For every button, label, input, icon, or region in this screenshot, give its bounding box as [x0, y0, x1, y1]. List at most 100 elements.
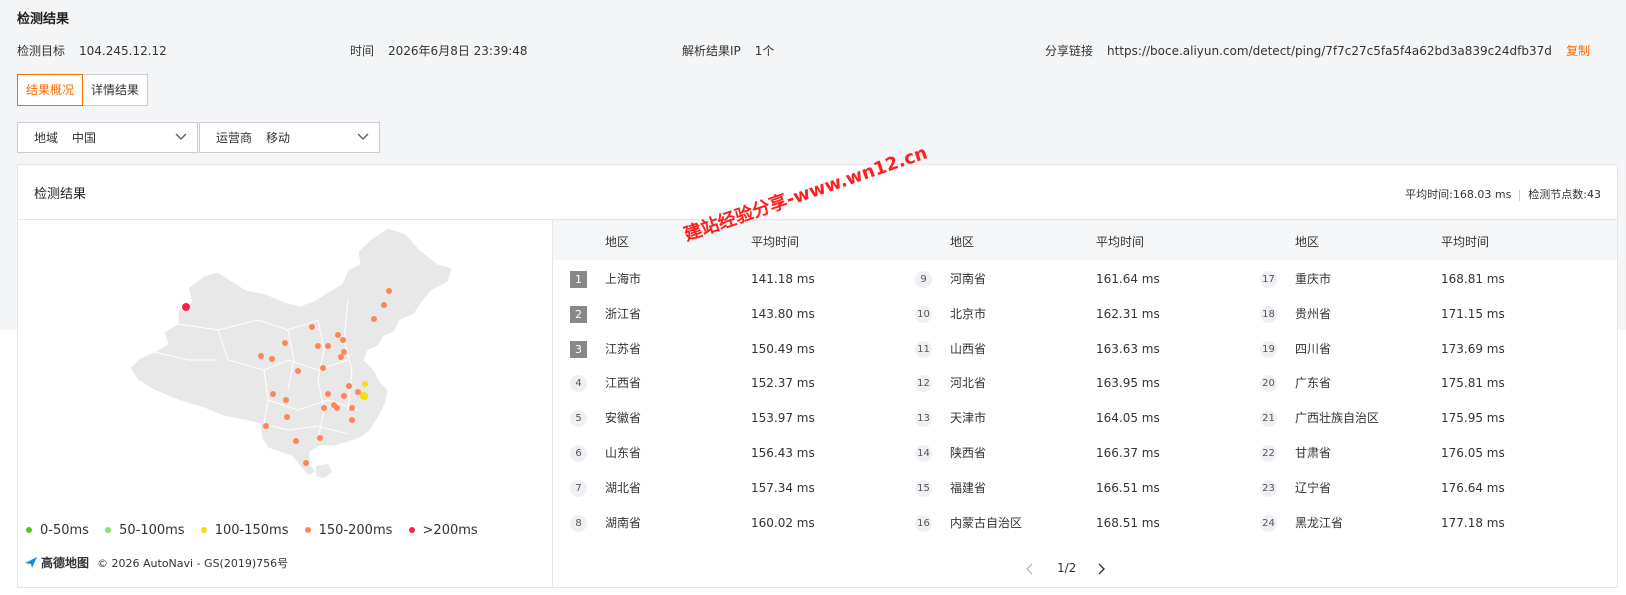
chevron-down-icon: [175, 133, 187, 140]
result-tabs: 结果概况 详情结果: [17, 74, 149, 106]
isp-select[interactable]: 运营商 移动: [199, 122, 380, 153]
rank-badge: 4: [570, 375, 587, 393]
rank-badge: 2: [570, 305, 587, 323]
node-marker[interactable]: [269, 356, 275, 362]
china-map[interactable]: [18, 220, 552, 520]
region-cell: 甘肃省: [1295, 446, 1332, 460]
avg-time-cell: 156.43 ms: [751, 446, 815, 460]
avg-time-cell: 150.49 ms: [751, 341, 815, 356]
node-marker[interactable]: [349, 405, 355, 411]
region-cell: 江西省: [605, 376, 642, 391]
region-cell: 河北省: [950, 376, 987, 391]
node-marker[interactable]: [335, 332, 341, 338]
table-row: 19 四川省 173.69 ms: [1243, 331, 1588, 367]
region-cell: 安徽省: [605, 411, 642, 426]
rank-badge: 16: [915, 514, 932, 532]
table-row: 14 陕西省 166.37 ms: [898, 435, 1243, 471]
node-marker[interactable]: [263, 423, 269, 429]
col-region-header: 地区: [1295, 235, 1320, 249]
node-marker[interactable]: [283, 397, 289, 403]
rank-badge: 15: [915, 479, 932, 497]
rank-badge: 9: [915, 271, 932, 288]
region-cell: 贵州省: [1295, 306, 1332, 321]
node-marker[interactable]: [317, 435, 323, 441]
isp-select-value: 移动: [266, 131, 291, 145]
node-marker[interactable]: [303, 460, 309, 466]
rank-badge: 17: [1260, 271, 1277, 288]
page-indicator: 1/2: [1057, 561, 1077, 575]
avg-time-cell: 160.02 ms: [751, 515, 815, 530]
legend-item: 50-100ms: [105, 523, 185, 538]
tab-overview[interactable]: 结果概况: [17, 74, 84, 106]
table-row: 8 湖南省 160.02 ms: [553, 505, 898, 541]
avg-time-cell: 168.81 ms: [1441, 272, 1505, 286]
avg-time-cell: 152.37 ms: [751, 376, 815, 391]
legend-item: >200ms: [408, 523, 478, 538]
avg-time-cell: 163.63 ms: [1096, 341, 1160, 356]
col-avg-header: 平均时间: [751, 235, 800, 249]
avg-time-cell: 168.51 ms: [1096, 515, 1160, 530]
node-marker[interactable]: [315, 343, 321, 349]
node-marker[interactable]: [362, 381, 368, 387]
region-cell: 重庆市: [1295, 272, 1332, 286]
rank-badge: 7: [570, 479, 587, 497]
node-marker[interactable]: [371, 316, 377, 322]
node-marker[interactable]: [340, 337, 346, 343]
node-marker[interactable]: [325, 391, 331, 397]
region-cell: 湖南省: [605, 515, 642, 530]
region-cell: 广东省: [1295, 376, 1332, 391]
rank-badge: 1: [570, 271, 587, 288]
node-marker[interactable]: [341, 349, 347, 355]
node-marker[interactable]: [321, 405, 327, 411]
rank-badge: 21: [1260, 410, 1277, 428]
region-cell: 山东省: [605, 446, 642, 460]
tab-details[interactable]: 详情结果: [83, 74, 149, 106]
rank-badge: 18: [1260, 305, 1277, 323]
avg-time-cell: 143.80 ms: [751, 306, 815, 321]
table-row: 23 辽宁省 176.64 ms: [1243, 470, 1588, 506]
node-marker[interactable]: [360, 392, 368, 400]
china-map-shape: [129, 227, 453, 477]
share-link-url[interactable]: https://boce.aliyun.com/detect/ping/7f7c…: [1107, 44, 1552, 58]
table-row: 16 内蒙古自治区 168.51 ms: [898, 505, 1243, 541]
node-marker[interactable]: [338, 354, 344, 360]
node-marker[interactable]: [381, 302, 387, 308]
prev-page-icon[interactable]: [1025, 563, 1033, 575]
node-marker[interactable]: [284, 414, 290, 420]
node-marker[interactable]: [341, 393, 347, 399]
copy-button[interactable]: 复制: [1566, 42, 1590, 59]
node-marker[interactable]: [258, 353, 264, 359]
node-marker[interactable]: [320, 365, 326, 371]
node-marker[interactable]: [334, 405, 340, 411]
node-marker[interactable]: [346, 383, 352, 389]
node-marker[interactable]: [295, 368, 301, 374]
node-marker[interactable]: [293, 438, 299, 444]
node-marker[interactable]: [325, 343, 331, 349]
region-cell: 辽宁省: [1295, 480, 1332, 495]
node-marker[interactable]: [386, 288, 392, 294]
avg-time-cell: 171.15 ms: [1441, 306, 1505, 321]
rank-badge: 6: [570, 445, 587, 462]
region-cell: 黑龙江省: [1295, 515, 1344, 530]
node-marker[interactable]: [309, 324, 315, 330]
node-marker[interactable]: [282, 340, 288, 346]
avg-time-cell: 177.18 ms: [1441, 515, 1505, 530]
region-cell: 湖北省: [605, 480, 642, 495]
avg-time-cell: 141.18 ms: [751, 272, 815, 286]
avg-time-cell: 162.31 ms: [1096, 306, 1160, 321]
legend-dot: [200, 526, 207, 533]
table-row: 5 安徽省 153.97 ms: [553, 400, 898, 436]
legend-item: 100-150ms: [200, 523, 288, 538]
node-marker[interactable]: [270, 391, 276, 397]
node-marker[interactable]: [349, 417, 355, 423]
region-select[interactable]: 地域 中国: [17, 122, 198, 153]
col-region-header: 地区: [950, 235, 975, 249]
detect-target: 检测目标 104.245.12.12: [17, 42, 167, 59]
avg-time-cell: 176.64 ms: [1441, 480, 1505, 495]
node-marker[interactable]: [355, 389, 361, 395]
legend-dot: [26, 526, 32, 533]
node-marker[interactable]: [182, 303, 190, 311]
hainan-shape: [316, 464, 332, 478]
next-page-icon[interactable]: [1098, 563, 1106, 575]
table-row: 4 江西省 152.37 ms: [553, 365, 898, 401]
